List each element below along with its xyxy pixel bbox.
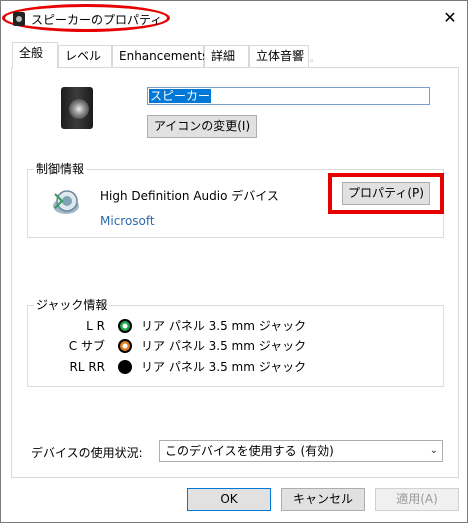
device-usage-label: デバイスの使用状況: [31,446,143,460]
controller-device-name: High Definition Audio デバイス [100,189,279,203]
jack-location: リア パネル 3.5 mm ジャック [141,360,307,374]
jack-location: リア パネル 3.5 mm ジャック [141,319,307,333]
properties-button[interactable]: プロパティ(P) [342,182,430,205]
jack-row: RL RR [35,358,105,376]
jack-row: L R [35,317,105,335]
tab-scroll-indicator: ◦ [309,57,315,67]
tab-levels[interactable]: レベル [58,45,112,67]
apply-button[interactable]: 適用(A) [375,488,459,511]
change-icon-button[interactable]: アイコンの変更(I) [147,115,257,138]
jack-channel-label: L R [86,319,105,333]
ok-button[interactable]: OK [187,488,271,511]
audio-device-icon [53,190,79,214]
jack-color-dot [118,360,132,374]
device-name-input[interactable]: スピーカー [147,87,430,105]
title-bar[interactable]: スピーカーのプロパティ ✕ [1,1,467,34]
window-title: スピーカーのプロパティ [31,13,163,27]
tab-general[interactable]: 全般 [12,42,58,68]
properties-dialog: スピーカーのプロパティ ✕ 全般 レベル Enhancements 詳細 立体音… [0,0,468,523]
tab-advanced[interactable]: 詳細 [204,45,249,67]
tab-enhancements[interactable]: Enhancements [112,45,208,67]
controller-info-label: 制御情報 [34,162,87,176]
jack-color-dot [118,339,132,353]
jack-info-label: ジャック情報 [34,298,110,312]
close-button[interactable]: ✕ [439,7,461,29]
speaker-small-icon [13,12,25,26]
tab-spatial-sound[interactable]: 立体音響 [249,45,309,67]
chevron-down-icon: ⌄ [429,445,438,456]
jack-location: リア パネル 3.5 mm ジャック [141,339,307,353]
device-name-value: スピーカー [149,89,212,103]
jack-channel-label: RL RR [69,360,105,374]
jack-color-dot [118,319,132,333]
device-usage-value: このデバイスを使用する (有効) [165,444,334,458]
controller-vendor: Microsoft [100,214,155,228]
speaker-icon [59,87,95,129]
jack-row: C サブ [35,337,105,355]
cancel-button[interactable]: キャンセル [281,488,365,511]
device-usage-select[interactable]: このデバイスを使用する (有効) ⌄ [159,440,443,462]
jack-channel-label: C サブ [68,339,105,353]
